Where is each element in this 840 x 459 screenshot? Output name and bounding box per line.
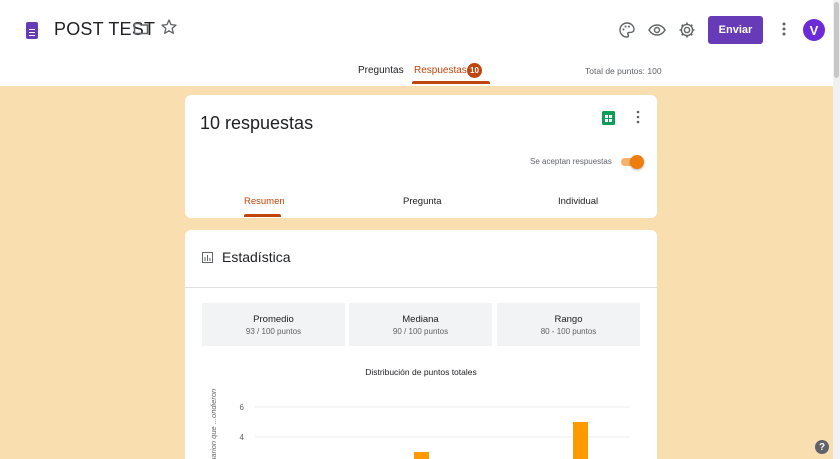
stat-average-box: Promedio 93 / 100 puntos	[202, 303, 345, 346]
stat-range-value: 80 - 100 puntos	[540, 327, 597, 336]
page-scrollbar[interactable]	[833, 0, 840, 459]
accepting-responses-label: Se aceptan respuestas	[530, 157, 612, 166]
user-avatar[interactable]: V	[803, 19, 825, 41]
folder-icon[interactable]	[133, 20, 149, 36]
more-options-icon[interactable]	[776, 19, 792, 39]
subtab-individual[interactable]: Individual	[558, 196, 598, 207]
bar-chart-icon	[202, 252, 213, 263]
responses-summary-card: 10 respuestas Se aceptan respuestas Resu…	[185, 95, 657, 218]
tab-responses[interactable]: Respuestas	[414, 65, 467, 76]
distribution-title: Distribución de puntos totales	[365, 367, 477, 377]
scrollbar-thumb[interactable]	[834, 2, 839, 78]
stat-median-label: Mediana	[402, 314, 439, 325]
total-points-label: Total de puntos: 100	[585, 66, 662, 76]
stat-average-value: 93 / 100 puntos	[245, 327, 302, 336]
send-button[interactable]: Enviar	[708, 16, 763, 44]
active-subtab-indicator	[244, 214, 281, 217]
bar-2	[573, 422, 588, 459]
statistics-title: Estadística	[222, 249, 291, 265]
responses-more-icon[interactable]	[635, 109, 641, 125]
stat-median-value: 90 / 100 puntos	[392, 327, 449, 336]
title-bar: POST TEST Enviar V	[0, 0, 840, 60]
stat-average-label: Promedio	[253, 314, 294, 325]
y-tick-6: 6	[240, 403, 245, 412]
divider	[185, 287, 657, 288]
settings-gear-icon[interactable]	[677, 20, 697, 40]
tab-questions[interactable]: Preguntas	[358, 65, 404, 76]
active-tab-indicator	[412, 81, 490, 84]
stat-range-label: Rango	[554, 314, 583, 325]
y-tick-4: 4	[240, 433, 245, 442]
palette-icon[interactable]	[617, 20, 637, 40]
toggle-knob	[630, 155, 644, 169]
stat-median-box: Mediana 90 / 100 puntos	[349, 303, 492, 346]
form-tabs: Preguntas Respuestas 10 Total de puntos:…	[0, 60, 840, 86]
bar-1	[414, 452, 429, 459]
google-sheets-icon[interactable]	[602, 111, 615, 125]
subtab-question[interactable]: Pregunta	[403, 196, 442, 207]
distribution-chart: 6 4 ...uarion que ...ondieron	[209, 389, 630, 459]
y-axis-label: ...uarion que ...ondieron	[209, 389, 218, 459]
stat-range-box: Rango 80 - 100 puntos	[497, 303, 640, 346]
accepting-responses-toggle[interactable]	[621, 155, 644, 169]
responses-count-badge: 10	[467, 63, 482, 78]
top-bar: POST TEST Enviar V Preguntas Respuestas …	[0, 0, 840, 86]
help-icon[interactable]: ?	[815, 440, 829, 454]
subtab-summary[interactable]: Resumen	[244, 196, 285, 207]
responses-count-heading: 10 respuestas	[200, 113, 314, 133]
statistics-card: Estadística Promedio 93 / 100 puntos Med…	[185, 230, 657, 459]
star-icon[interactable]	[160, 18, 178, 36]
forms-logo-icon[interactable]	[26, 22, 38, 39]
preview-eye-icon[interactable]	[647, 20, 667, 40]
